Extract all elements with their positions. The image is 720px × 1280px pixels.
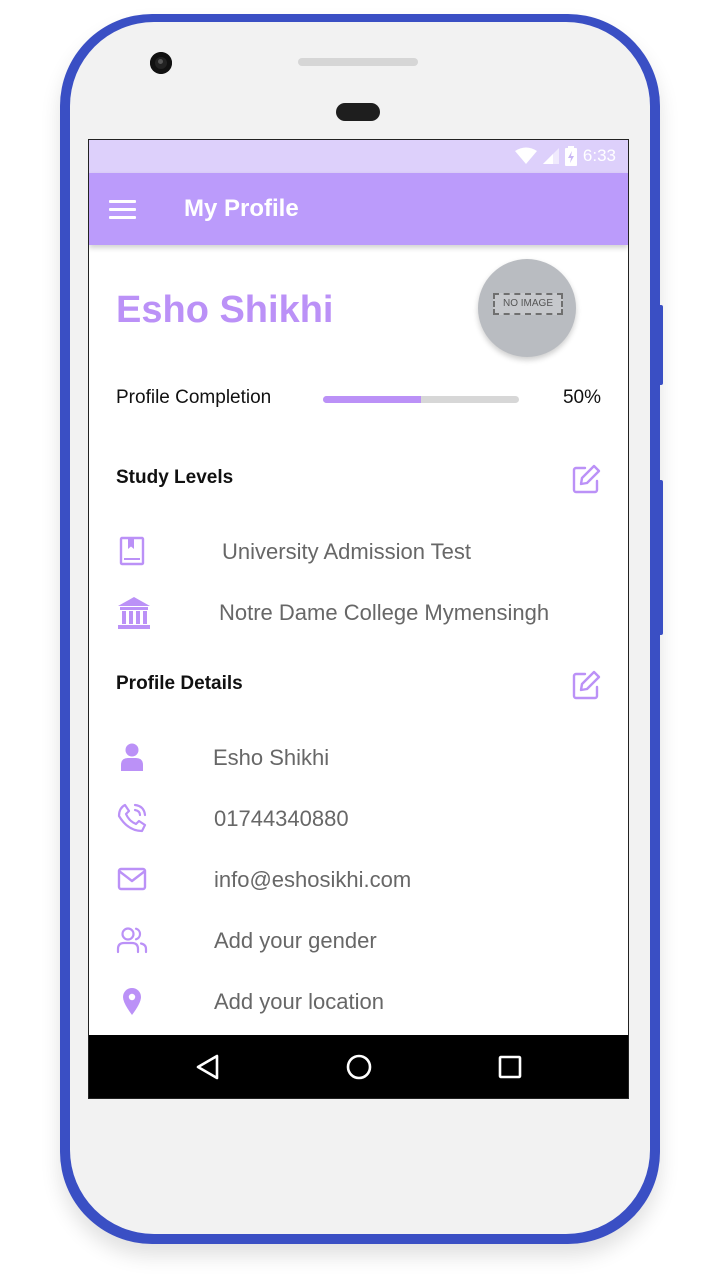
proximity-sensor: [336, 103, 380, 121]
home-icon[interactable]: [342, 1050, 376, 1084]
profile-details-title: Profile Details: [116, 673, 243, 694]
study-levels-title: Study Levels: [116, 467, 234, 488]
status-bar: 6:33: [89, 140, 628, 173]
menu-icon[interactable]: [109, 200, 136, 220]
location-icon: [123, 988, 141, 1015]
study-level-exam: University Admission Test: [222, 539, 472, 564]
detail-location: Add your location: [214, 989, 384, 1014]
avatar[interactable]: NO IMAGE: [478, 259, 576, 357]
institution-icon: [118, 597, 150, 629]
page-title: My Profile: [184, 195, 299, 222]
power-button: [658, 305, 663, 385]
detail-phone: 01744340880: [214, 806, 349, 831]
system-nav-bar: [89, 1035, 628, 1098]
profile-completion-label: Profile Completion: [116, 387, 272, 408]
person-icon: [121, 743, 143, 771]
email-icon: [117, 867, 147, 891]
volume-button: [658, 480, 663, 635]
no-image-placeholder: NO IMAGE: [493, 293, 563, 315]
back-icon[interactable]: [191, 1050, 225, 1084]
study-level-institution: Notre Dame College Mymensingh: [219, 600, 550, 625]
profile-completion-bar: [323, 396, 519, 403]
recents-icon[interactable]: [493, 1050, 527, 1084]
detail-name: Esho Shikhi: [213, 745, 330, 770]
profile-completion-value: 50%: [562, 387, 601, 408]
front-camera: [150, 52, 172, 74]
cell-signal-icon: [542, 148, 559, 164]
detail-email: info@eshosikhi.com: [214, 867, 412, 892]
people-icon: [116, 927, 148, 954]
phone-icon: [117, 803, 147, 833]
app-bar: My Profile: [89, 173, 628, 245]
book-icon: [119, 536, 145, 566]
app-screen: 6:33 My Profile Esho Shikhi NO IMAGE Pro…: [88, 139, 629, 1099]
profile-completion-fill: [323, 396, 421, 403]
wifi-icon: [514, 147, 537, 164]
detail-gender: Add your gender: [214, 928, 377, 953]
status-time: 6:33: [582, 146, 616, 165]
edit-study-levels-icon[interactable]: [570, 463, 602, 495]
edit-profile-details-icon[interactable]: [570, 669, 602, 701]
battery-charging-icon: [564, 146, 577, 166]
profile-name-heading: Esho Shikhi: [116, 289, 334, 331]
earpiece-speaker: [298, 58, 418, 66]
profile-content[interactable]: Esho Shikhi NO IMAGE Profile Completion …: [89, 245, 628, 1037]
